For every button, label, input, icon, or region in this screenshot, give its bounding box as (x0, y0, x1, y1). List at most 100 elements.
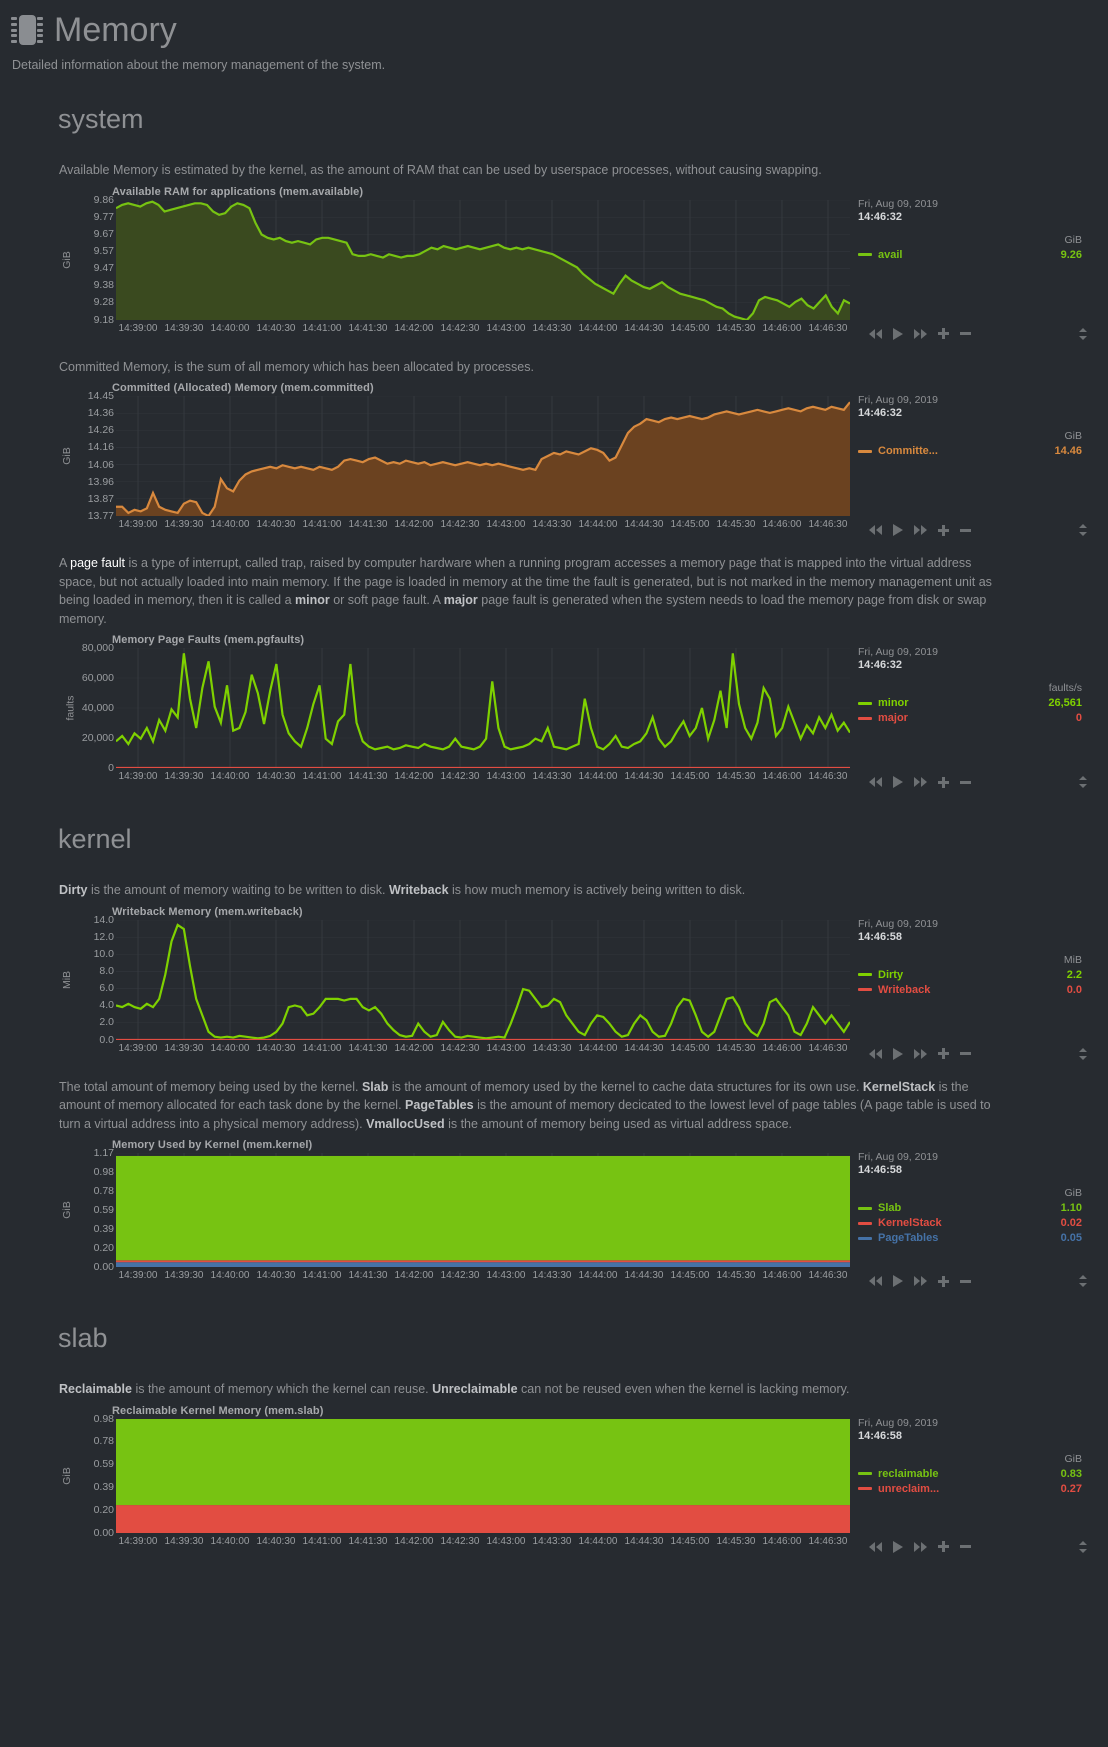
plot-canvas[interactable] (116, 648, 850, 768)
play-icon[interactable] (892, 1540, 904, 1554)
minus-icon[interactable] (959, 524, 972, 537)
chart-mem-writeback[interactable]: Writeback Memory (mem.writeback) MiB 14.… (52, 906, 1098, 1064)
chart-controls[interactable] (858, 1537, 1088, 1557)
resize-handle-icon[interactable] (1078, 327, 1088, 341)
plot-area[interactable]: faults 80,000 60,000 40,000 20,000 0 14:39:0… (60, 642, 850, 782)
legend-series-row[interactable]: reclaimable 0.83 (858, 1468, 1088, 1480)
slab-bold: Slab (361, 1079, 389, 1094)
resize-handle-icon[interactable] (1078, 1540, 1088, 1554)
legend-series-value: 0.02 (1060, 1217, 1082, 1229)
rewind-icon[interactable] (868, 1048, 883, 1060)
x-tick: 14:44:00 (578, 1535, 618, 1547)
chart-controls[interactable] (858, 1271, 1088, 1291)
x-tick: 14:42:30 (440, 1535, 480, 1547)
legend-series-row[interactable]: PageTables 0.05 (858, 1232, 1088, 1244)
plus-icon[interactable] (937, 1275, 950, 1288)
rewind-icon[interactable] (868, 328, 883, 340)
y-tick: 40,000 (81, 702, 114, 714)
plot-canvas[interactable] (116, 1153, 850, 1267)
plus-icon[interactable] (937, 1540, 950, 1553)
fast-forward-icon[interactable] (913, 1275, 928, 1287)
x-tick: 14:46:30 (808, 519, 848, 530)
plot-canvas[interactable] (116, 919, 850, 1040)
legend-color-swatch (858, 449, 872, 453)
fast-forward-icon[interactable] (913, 524, 928, 536)
legend-date: Fri, Aug 09, 2019 (858, 394, 938, 406)
plot-svg (116, 1418, 850, 1533)
chart-legend: Fri, Aug 09, 2019 14:46:32 GiB avail 9.26 (858, 198, 1088, 261)
plot-area[interactable]: MiB 14.0 12.0 10.0 8.0 6.0 4.0 2.0 0.0 14:39:00… (60, 914, 850, 1054)
resize-handle-icon[interactable] (1078, 775, 1088, 789)
resize-handle-icon[interactable] (1078, 1274, 1088, 1288)
rewind-icon[interactable] (868, 776, 883, 788)
y-tick: 14.06 (87, 458, 114, 471)
x-tick: 14:43:00 (486, 322, 526, 334)
chart-mem-committed[interactable]: Committed (Allocated) Memory (mem.commit… (52, 382, 1098, 540)
minus-icon[interactable] (959, 327, 972, 340)
y-tick: 0.0 (99, 1033, 114, 1046)
plus-icon[interactable] (937, 1047, 950, 1060)
x-axis-ticks: 14:39:00 14:39:30 14:40:00 14:40:30 14:41:00… (116, 769, 850, 789)
legend-series-row[interactable]: major 0 (858, 712, 1088, 724)
play-icon[interactable] (892, 327, 904, 341)
fast-forward-icon[interactable] (913, 1541, 928, 1553)
fast-forward-icon[interactable] (913, 1048, 928, 1060)
plot-canvas[interactable] (116, 396, 850, 516)
plot-area[interactable]: GiB 1.17 0.98 0.78 0.59 0.39 0.20 0.00 14:39:0… (60, 1147, 850, 1281)
x-tick: 14:40:30 (256, 771, 296, 782)
chart-controls[interactable] (858, 520, 1088, 540)
legend-series-row[interactable]: Committe... 14.46 (858, 445, 1088, 457)
rewind-icon[interactable] (868, 1541, 883, 1553)
x-tick: 14:43:30 (532, 1042, 572, 1054)
dirty-bold: Dirty (59, 883, 88, 897)
minus-icon[interactable] (959, 776, 972, 789)
x-tick: 14:44:00 (578, 1042, 618, 1054)
rewind-icon[interactable] (868, 1275, 883, 1287)
plot-canvas[interactable] (116, 1418, 850, 1533)
plot-area[interactable]: GiB 9.86 9.77 9.67 9.57 9.47 9.38 9.28 9.18 14:… (60, 194, 850, 334)
legend-series-row[interactable]: minor 26,561 (858, 697, 1088, 709)
x-tick: 14:46:30 (808, 1042, 848, 1054)
stack-band (116, 1504, 850, 1533)
plot-canvas[interactable] (116, 199, 850, 320)
chart-title: Committed (Allocated) Memory (mem.commit… (112, 382, 374, 394)
chart-controls[interactable] (858, 772, 1088, 792)
x-tick: 14:39:30 (164, 771, 204, 782)
minus-icon[interactable] (959, 1540, 972, 1553)
legend-series-row[interactable]: Writeback 0.0 (858, 984, 1088, 996)
plus-icon[interactable] (937, 524, 950, 537)
legend-series-row[interactable]: Slab 1.10 (858, 1202, 1088, 1214)
fast-forward-icon[interactable] (913, 776, 928, 788)
plot-area[interactable]: GiB 14.45 14.36 14.26 14.16 14.06 13.96 13.87 1… (60, 390, 850, 530)
legend-series-value: 14.46 (1054, 445, 1082, 457)
plus-icon[interactable] (937, 776, 950, 789)
chart-controls[interactable] (858, 1044, 1088, 1064)
play-icon[interactable] (892, 1274, 904, 1288)
x-tick: 14:43:00 (486, 1270, 526, 1281)
resize-handle-icon[interactable] (1078, 523, 1088, 537)
play-icon[interactable] (892, 523, 904, 537)
chart-mem-slab[interactable]: Reclaimable Kernel Memory (mem.slab) GiB… (52, 1405, 1098, 1557)
minus-icon[interactable] (959, 1275, 972, 1288)
legend-series-value: 26,561 (1048, 697, 1082, 709)
play-icon[interactable] (892, 775, 904, 789)
play-icon[interactable] (892, 1047, 904, 1061)
y-tick: 9.47 (93, 262, 114, 275)
minus-icon[interactable] (959, 1047, 972, 1060)
legend-series-row[interactable]: Dirty 2.2 (858, 969, 1088, 981)
x-axis-ticks: 14:39:00 14:39:30 14:40:00 14:40:30 14:41:00… (116, 321, 850, 341)
fast-forward-icon[interactable] (913, 328, 928, 340)
rewind-icon[interactable] (868, 524, 883, 536)
chart-controls[interactable] (858, 324, 1088, 344)
chart-mem-kernel[interactable]: Memory Used by Kernel (mem.kernel) GiB 1… (52, 1139, 1098, 1291)
legend-series-row[interactable]: unreclaim... 0.27 (858, 1483, 1088, 1495)
chart-mem-pgfaults[interactable]: Memory Page Faults (mem.pgfaults) faults… (52, 634, 1098, 792)
resize-handle-icon[interactable] (1078, 1047, 1088, 1061)
plot-area[interactable]: GiB 0.98 0.78 0.59 0.39 0.20 0.00 14:39:00 14:… (60, 1413, 850, 1547)
plus-icon[interactable] (937, 327, 950, 340)
chart-mem-available[interactable]: Available RAM for applications (mem.avai… (52, 186, 1098, 344)
legend-color-swatch (858, 701, 872, 705)
legend-series-row[interactable]: KernelStack 0.02 (858, 1217, 1088, 1229)
x-tick: 14:44:30 (624, 1042, 664, 1054)
legend-series-row[interactable]: avail 9.26 (858, 249, 1088, 261)
